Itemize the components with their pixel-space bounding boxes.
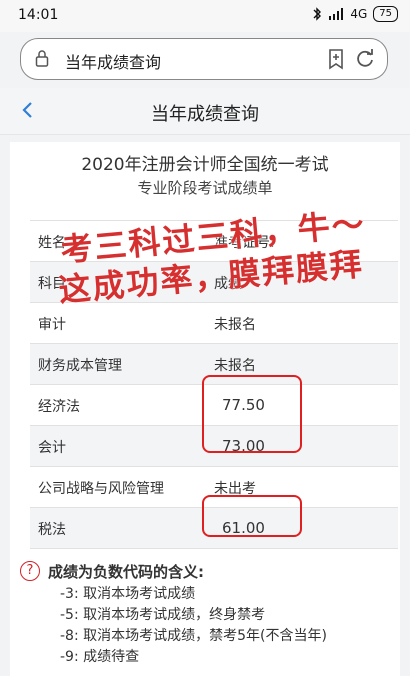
note-item: -8: 取消本场考试成绩，禁考5年(不含当年) <box>60 628 327 644</box>
table-row: 审计 未报名 <box>30 303 398 344</box>
bookmark-add-icon[interactable] <box>324 47 348 71</box>
signal-icon <box>329 8 344 20</box>
bluetooth-icon <box>313 7 322 21</box>
page-title: 当年成绩查询 <box>151 104 259 125</box>
subject-name: 经济法 <box>38 399 80 415</box>
report-subtitle: 专业阶段考试成绩单 <box>137 179 273 197</box>
question-icon: ? <box>20 561 40 581</box>
subject-name: 财务成本管理 <box>38 358 122 374</box>
subject-name: 税法 <box>38 522 66 538</box>
address-text[interactable]: 当年成绩查询 <box>65 49 161 73</box>
status-icons: 4G 75 <box>312 6 398 22</box>
lock-icon <box>35 50 49 67</box>
note-item: -5: 取消本场考试成绩，终身禁考 <box>60 607 266 623</box>
status-bar: 14:01 4G 75 <box>0 0 410 32</box>
page-header: 当年成绩查询 <box>0 88 410 135</box>
subject-name: 会计 <box>38 440 66 456</box>
subject-score: 未报名 <box>214 358 256 374</box>
note-item: -9: 成绩待查 <box>60 649 140 665</box>
note-item: -3: 取消本场考试成绩 <box>60 586 196 602</box>
exam-title: 2020年注册会计师全国统一考试 <box>81 155 329 175</box>
subject-name: 审计 <box>38 317 66 333</box>
network-type: 4G <box>350 7 368 21</box>
highlight-box-economic-law-accounting <box>202 375 302 453</box>
highlight-box-tax-law <box>202 495 302 537</box>
notes-title: 成绩为负数代码的含义: <box>48 563 204 581</box>
subject-name: 公司战略与风险管理 <box>38 481 164 497</box>
subject-score: 未报名 <box>214 317 256 333</box>
reload-icon[interactable] <box>353 47 377 71</box>
clock: 14:01 <box>18 7 59 23</box>
address-bar[interactable]: 当年成绩查询 <box>20 38 388 80</box>
battery-icon: 75 <box>373 6 398 22</box>
